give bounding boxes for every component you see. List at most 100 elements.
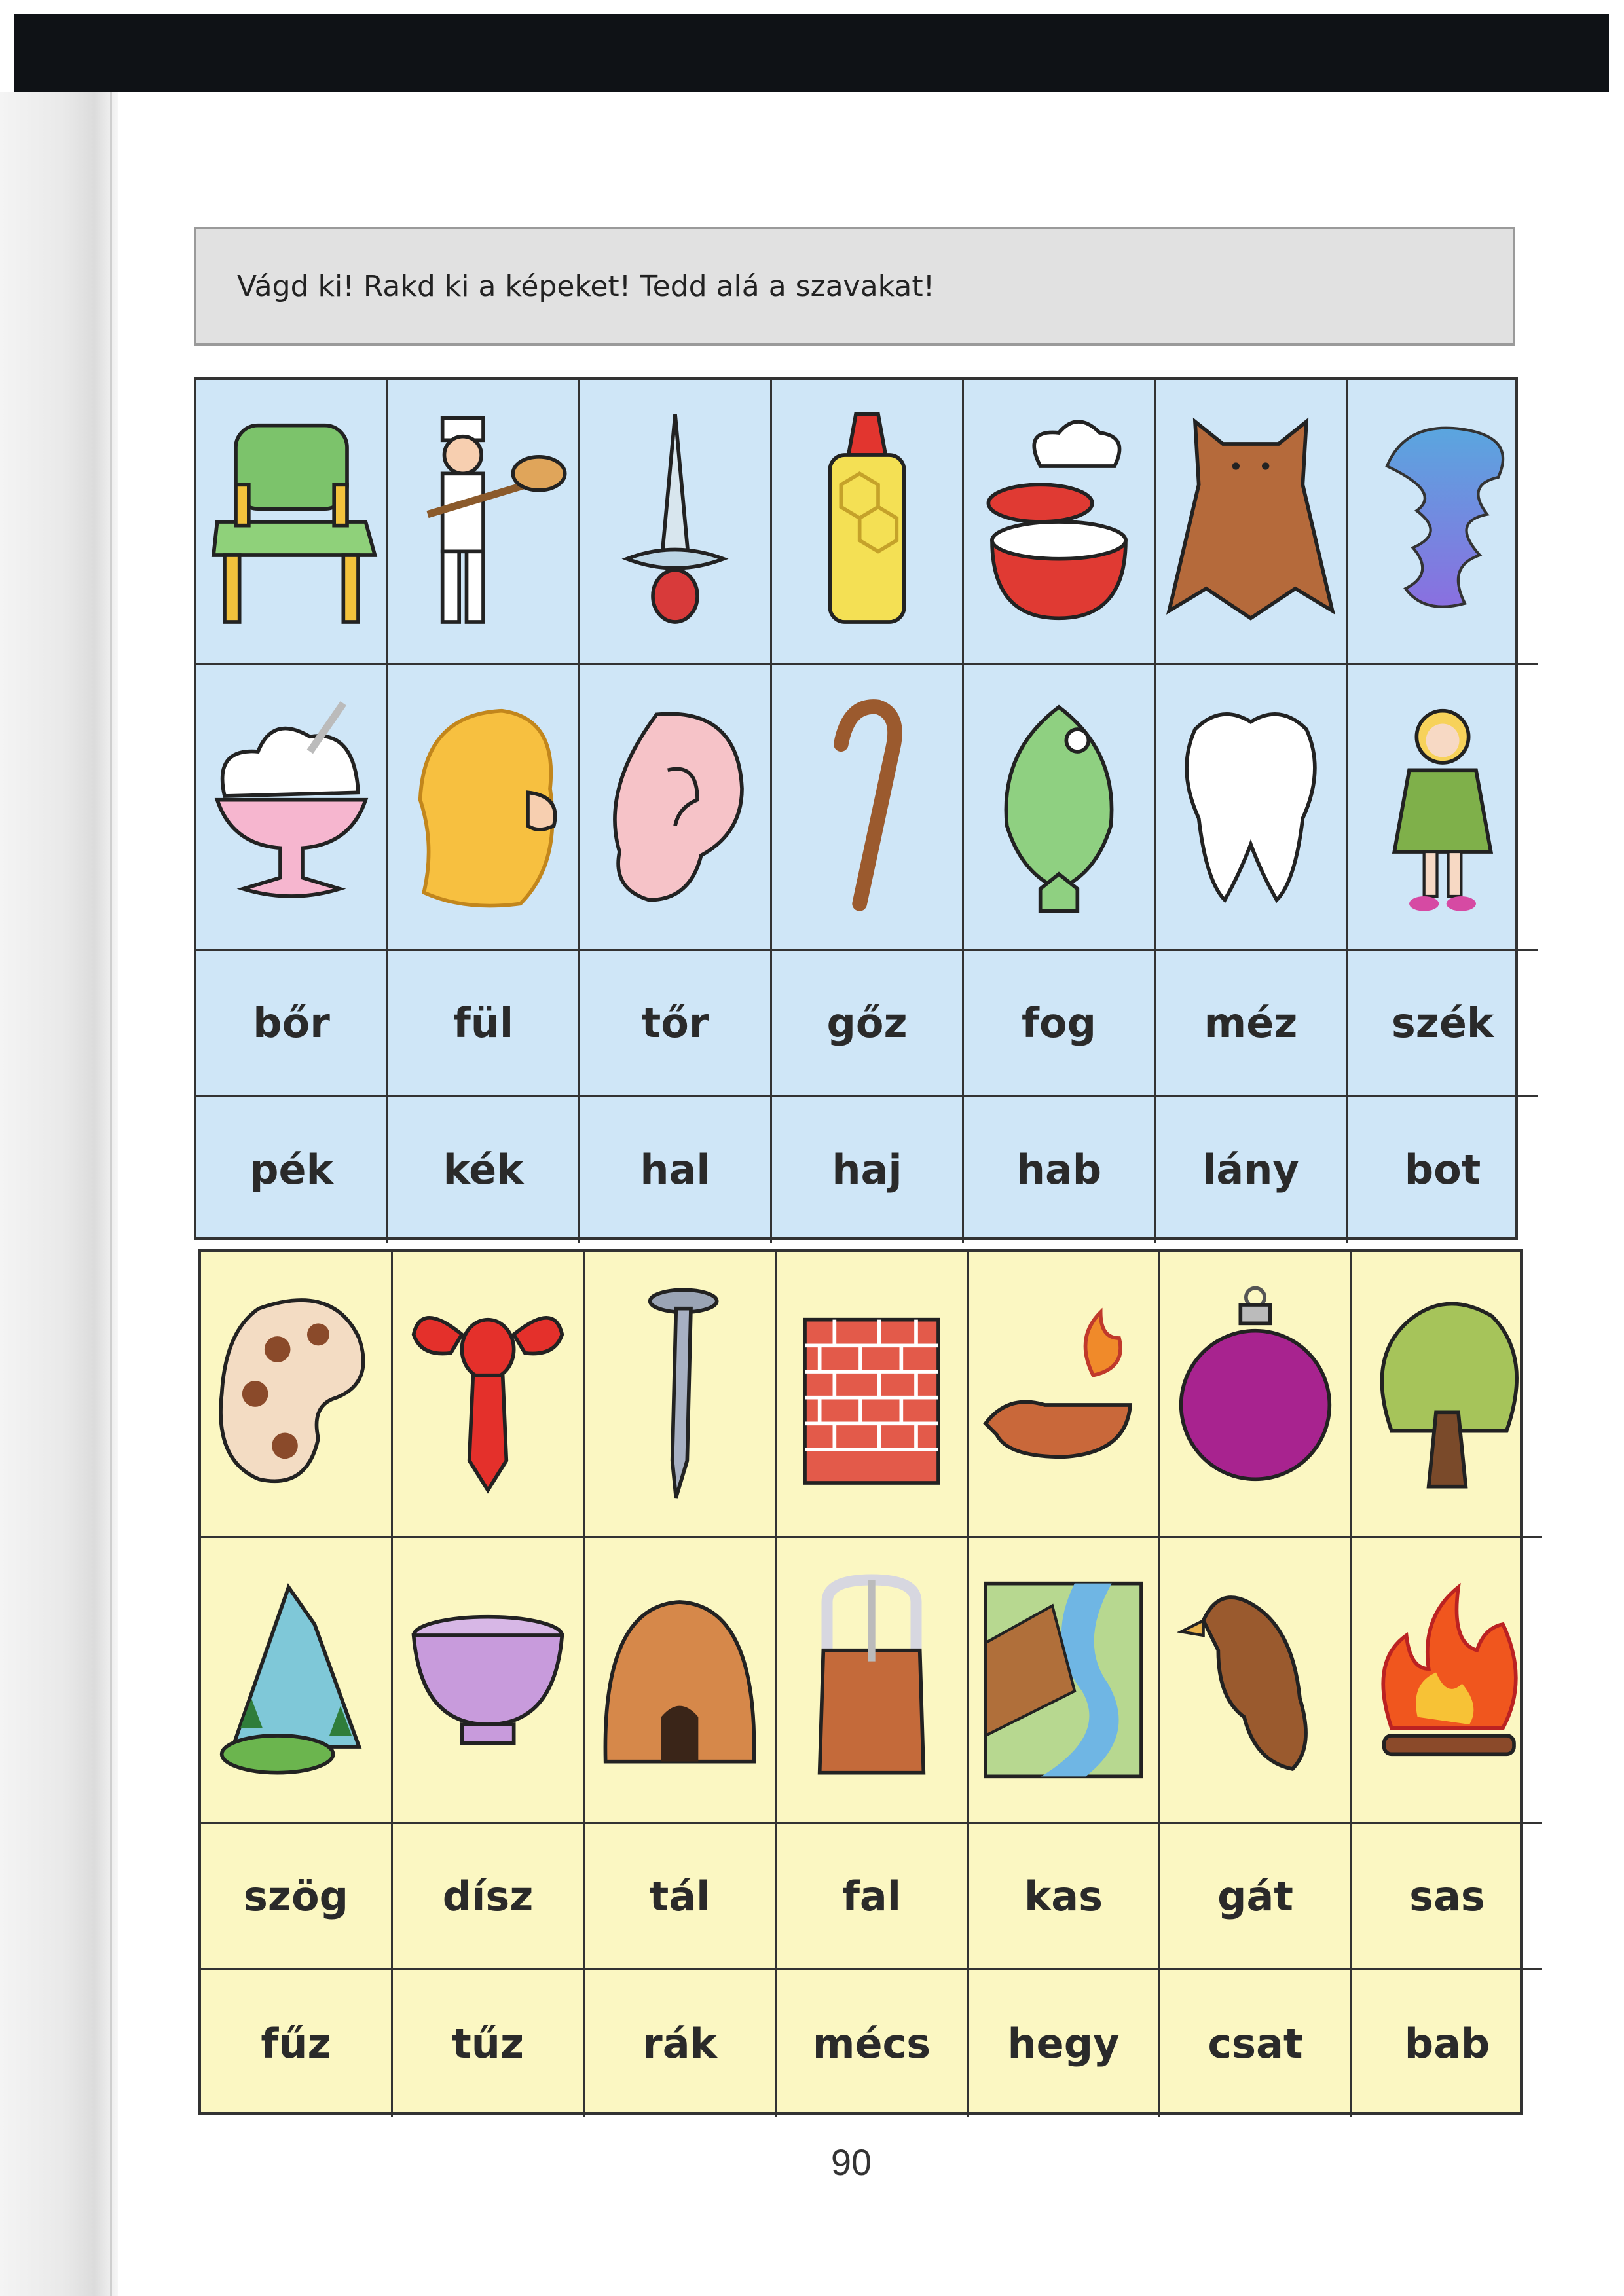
- picture-card[interactable]: [772, 380, 964, 665]
- word-label: tál: [649, 1872, 710, 1920]
- picture-card[interactable]: [201, 1538, 393, 1824]
- walking-stick-icon: [834, 699, 902, 911]
- picture-card[interactable]: [196, 665, 388, 951]
- dagger-icon: [621, 413, 729, 624]
- whipped-cream-icon: [214, 701, 369, 898]
- fish-icon: [1004, 704, 1114, 913]
- instruction-text: Vágd ki! Rakd ki a képeket! Tedd alá a s…: [237, 270, 935, 303]
- word-card[interactable]: hab: [964, 1097, 1156, 1243]
- steam-cloud-icon: [1385, 426, 1505, 608]
- word-card[interactable]: bot: [1348, 1097, 1538, 1243]
- word-card[interactable]: szék: [1348, 951, 1538, 1097]
- word-card[interactable]: fog: [964, 951, 1156, 1097]
- word-card[interactable]: méz: [1156, 951, 1348, 1097]
- word-card[interactable]: csat: [1160, 1970, 1352, 2117]
- picture-card[interactable]: [196, 380, 388, 665]
- word-card[interactable]: hegy: [969, 1970, 1160, 2117]
- picture-card[interactable]: [969, 1538, 1160, 1824]
- campfire-icon: [1381, 1582, 1518, 1757]
- picture-card[interactable]: [585, 1538, 777, 1824]
- word-card[interactable]: haj: [772, 1097, 964, 1243]
- oil-lamp-icon: [983, 1307, 1133, 1459]
- christmas-ornament-icon: [1179, 1286, 1332, 1482]
- word-label: haj: [832, 1146, 902, 1194]
- picture-card[interactable]: [964, 380, 1156, 665]
- picture-card[interactable]: [585, 1252, 777, 1538]
- word-label: szög: [244, 1872, 348, 1920]
- word-card[interactable]: tűz: [393, 1970, 585, 2117]
- picture-card[interactable]: [1156, 380, 1348, 665]
- word-label: kas: [1024, 1872, 1103, 1920]
- word-card[interactable]: mécs: [777, 1970, 969, 2117]
- picture-card[interactable]: [388, 380, 580, 665]
- mountain-icon: [219, 1583, 362, 1775]
- picture-card[interactable]: [777, 1538, 969, 1824]
- picture-card[interactable]: [393, 1252, 585, 1538]
- glue-bottle-icon: [828, 412, 906, 624]
- instruction-box: Vágd ki! Rakd ki a képeket! Tedd alá a s…: [194, 227, 1515, 346]
- word-label: mécs: [812, 2020, 931, 2068]
- scan-top-bar: [14, 14, 1609, 92]
- word-label: bab: [1404, 2020, 1490, 2068]
- picture-card[interactable]: [1348, 380, 1538, 665]
- picture-card[interactable]: [393, 1538, 585, 1824]
- picture-card[interactable]: [777, 1252, 969, 1538]
- picture-card[interactable]: [1352, 1252, 1542, 1538]
- book-spine-shadow: [0, 92, 118, 2296]
- word-card[interactable]: fal: [777, 1824, 969, 1970]
- bowl-icon: [411, 1614, 564, 1745]
- word-card[interactable]: sas: [1352, 1824, 1542, 1970]
- picture-card[interactable]: [580, 665, 772, 951]
- buckle-icon: [817, 1574, 926, 1775]
- picture-card[interactable]: [1348, 665, 1538, 951]
- baker-icon: [426, 416, 567, 624]
- word-label: tűz: [452, 2020, 524, 2068]
- nail-icon: [648, 1288, 719, 1499]
- word-card[interactable]: fül: [388, 951, 580, 1097]
- picture-card[interactable]: [1160, 1538, 1352, 1824]
- word-card[interactable]: szög: [201, 1824, 393, 1970]
- word-card[interactable]: tál: [585, 1824, 777, 1970]
- word-label: fal: [841, 1872, 902, 1920]
- word-label: hal: [640, 1146, 710, 1194]
- bear-skin-icon: [1166, 417, 1335, 621]
- word-label: szék: [1391, 998, 1494, 1047]
- picture-card[interactable]: [772, 665, 964, 951]
- picture-card[interactable]: [1160, 1252, 1352, 1538]
- word-card[interactable]: lány: [1156, 1097, 1348, 1243]
- picture-card[interactable]: [969, 1252, 1160, 1538]
- picture-card[interactable]: [388, 665, 580, 951]
- word-card[interactable]: rák: [585, 1970, 777, 2117]
- word-label: bőr: [253, 998, 330, 1047]
- word-card[interactable]: gőz: [772, 951, 964, 1097]
- word-card[interactable]: tőr: [580, 951, 772, 1097]
- picture-card[interactable]: [201, 1252, 393, 1538]
- word-card[interactable]: kék: [388, 1097, 580, 1243]
- word-label: kék: [443, 1146, 524, 1194]
- word-label: fűz: [261, 2020, 331, 2068]
- picture-card[interactable]: [580, 380, 772, 665]
- word-card[interactable]: gát: [1160, 1824, 1352, 1970]
- tooth-icon: [1185, 712, 1317, 903]
- word-card[interactable]: dísz: [393, 1824, 585, 1970]
- word-label: bot: [1404, 1146, 1481, 1194]
- word-card[interactable]: hal: [580, 1097, 772, 1243]
- word-card[interactable]: bab: [1352, 1970, 1542, 2117]
- word-label: hegy: [1007, 2020, 1120, 2068]
- picture-card[interactable]: [964, 665, 1156, 951]
- word-label: fül: [452, 998, 514, 1047]
- river-dam-icon: [984, 1581, 1143, 1779]
- word-label: csat: [1208, 2020, 1303, 2068]
- word-card[interactable]: pék: [196, 1097, 388, 1243]
- word-card[interactable]: fűz: [201, 1970, 393, 2117]
- word-label: rák: [642, 2020, 717, 2068]
- word-card[interactable]: kas: [969, 1824, 1160, 1970]
- picture-card[interactable]: [1352, 1538, 1542, 1824]
- willow-tree-icon: [1380, 1302, 1519, 1489]
- word-label: lány: [1202, 1146, 1299, 1194]
- word-card[interactable]: bőr: [196, 951, 388, 1097]
- bean-icon: [219, 1298, 365, 1484]
- word-label: hab: [1016, 1146, 1102, 1194]
- picture-card[interactable]: [1156, 665, 1348, 951]
- brick-wall-icon: [803, 1317, 940, 1485]
